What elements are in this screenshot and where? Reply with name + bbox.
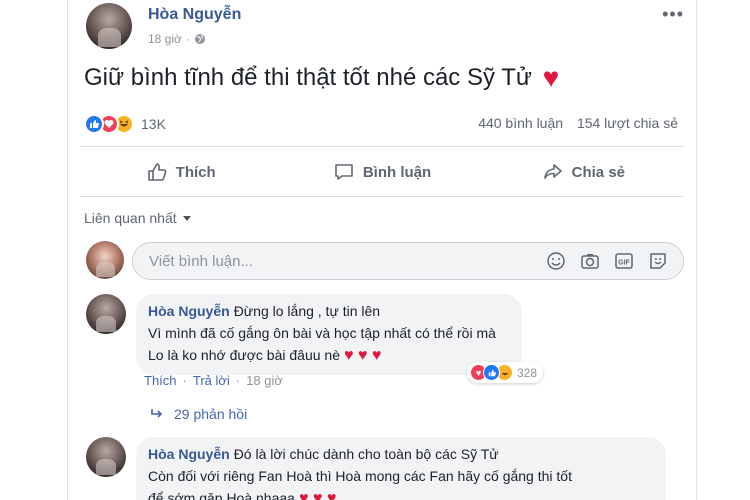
comment-actions: Thích · Trả lời · 18 giờ	[144, 373, 283, 388]
comment-time[interactable]: 18 giờ	[246, 373, 283, 388]
reaction-count[interactable]: 13K	[141, 116, 166, 132]
heart-icons: ♥ ♥ ♥	[343, 347, 382, 364]
post-text: Giữ bình tĩnh để thi thật tốt nhé các Sỹ…	[84, 62, 559, 94]
comment-text: Đó là lời chúc dành cho toàn bộ các Sỹ T…	[233, 446, 499, 462]
comment-line: Hòa Nguyễn Đừng lo lắng , tự tin lên	[148, 300, 508, 322]
post-text-content: Giữ bình tĩnh để thi thật tốt nhé các Sỹ…	[84, 64, 532, 91]
comment-button[interactable]: Bình luận	[281, 150, 482, 194]
comment-author-avatar[interactable]	[86, 437, 126, 477]
comment-author-avatar[interactable]	[86, 294, 126, 334]
divider	[80, 146, 684, 147]
comment-line: Còn đối với riêng Fan Hoà thì Hoà mong c…	[148, 468, 572, 484]
comment-bubble: Hòa Nguyễn Đừng lo lắng , tự tin lên Vì m…	[136, 294, 522, 375]
comment-bubble: Hòa Nguyễn Đó là lời chúc dành cho toàn b…	[136, 437, 666, 500]
comment-text: để sớm gặp Hoà nhaaa	[148, 490, 295, 500]
emoji-icon[interactable]	[545, 250, 567, 272]
comment-composer: GIF	[132, 242, 684, 280]
action-bar: Thích Bình luận Chia sẻ	[80, 150, 684, 194]
comment-text: Lo là ko nhớ được bài đâuu nè	[148, 347, 340, 363]
comment-line: Hòa Nguyễn Đó là lời chúc dành cho toàn b…	[148, 443, 652, 465]
share-button[interactable]: Chia sẻ	[483, 150, 684, 194]
comments-count[interactable]: 440 bình luận	[478, 115, 563, 131]
post-card: Hòa Nguyễn 18 giờ · ••• Giữ bình tĩnh để…	[67, 0, 697, 500]
comment-line: Lo là ko nhớ được bài đâuu nè ♥ ♥ ♥	[148, 344, 508, 367]
reply-arrow-icon	[151, 409, 163, 418]
post-time[interactable]: 18 giờ	[148, 32, 182, 46]
comment-author-name[interactable]: Hòa Nguyễn	[148, 303, 230, 319]
like-icon	[147, 163, 167, 181]
replies-count: 29 phản hồi	[174, 406, 248, 422]
divider	[80, 196, 684, 197]
like-button-label: Thích	[175, 163, 216, 181]
comment-button-label: Bình luận	[362, 163, 432, 181]
comment-author-name[interactable]: Hòa Nguyễn	[148, 446, 230, 462]
shares-count[interactable]: 154 lượt chia sẻ	[577, 115, 678, 131]
comment-reply-link[interactable]: Trả lời	[193, 373, 230, 388]
comment-icon	[335, 164, 353, 180]
like-reaction-icon	[483, 364, 500, 381]
view-replies-link[interactable]: 29 phản hồi	[150, 406, 247, 422]
comment-reaction-summary[interactable]: ♥ 328	[467, 362, 544, 383]
comment-sort-dropdown[interactable]: Liên quan nhất	[84, 210, 191, 226]
heart-icons: ♥ ♥ ♥	[298, 490, 337, 500]
gif-icon[interactable]: GIF	[613, 250, 635, 272]
comment-item: Hòa Nguyễn Đừng lo lắng , tự tin lên Vì m…	[86, 294, 686, 404]
sort-label: Liên quan nhất	[84, 210, 177, 226]
share-icon	[543, 164, 562, 179]
share-button-label: Chia sẻ	[571, 163, 625, 181]
like-button[interactable]: Thích	[80, 150, 281, 194]
meta-dot: ·	[185, 32, 190, 46]
post-meta: 18 giờ ·	[148, 32, 206, 46]
post-author-name[interactable]: Hòa Nguyễn	[148, 6, 241, 24]
camera-icon[interactable]	[579, 250, 601, 272]
like-reaction-icon[interactable]	[84, 114, 104, 134]
author-avatar[interactable]	[86, 3, 132, 49]
comment-line: Vì mình đã cố gắng ôn bài và học tập nhấ…	[148, 325, 496, 341]
engagement-stats: 440 bình luận 154 lượt chia sẻ	[478, 115, 678, 131]
comment-item: Hòa Nguyễn Đó là lời chúc dành cho toàn b…	[86, 437, 686, 500]
comment-line: để sớm gặp Hoà nhaaa ♥ ♥ ♥	[148, 487, 652, 500]
sticker-icon[interactable]	[647, 250, 669, 272]
comment-like-link[interactable]: Thích	[144, 373, 177, 388]
svg-text:GIF: GIF	[618, 260, 630, 267]
reactions-summary: 13K 440 bình luận 154 lượt chia sẻ	[84, 112, 684, 136]
separator: ·	[235, 373, 241, 388]
separator: ·	[182, 373, 187, 388]
composer-tools: GIF	[545, 250, 683, 272]
caret-down-icon	[182, 215, 191, 221]
comment-text: Đừng lo lắng , tự tin lên	[233, 303, 381, 319]
comment-input[interactable]	[149, 252, 545, 270]
globe-icon	[194, 34, 205, 44]
current-user-avatar[interactable]	[86, 241, 124, 279]
more-options-icon[interactable]: •••	[662, 4, 684, 25]
comment-reaction-count: 328	[517, 365, 538, 380]
heart-icon: ♥	[542, 62, 560, 93]
